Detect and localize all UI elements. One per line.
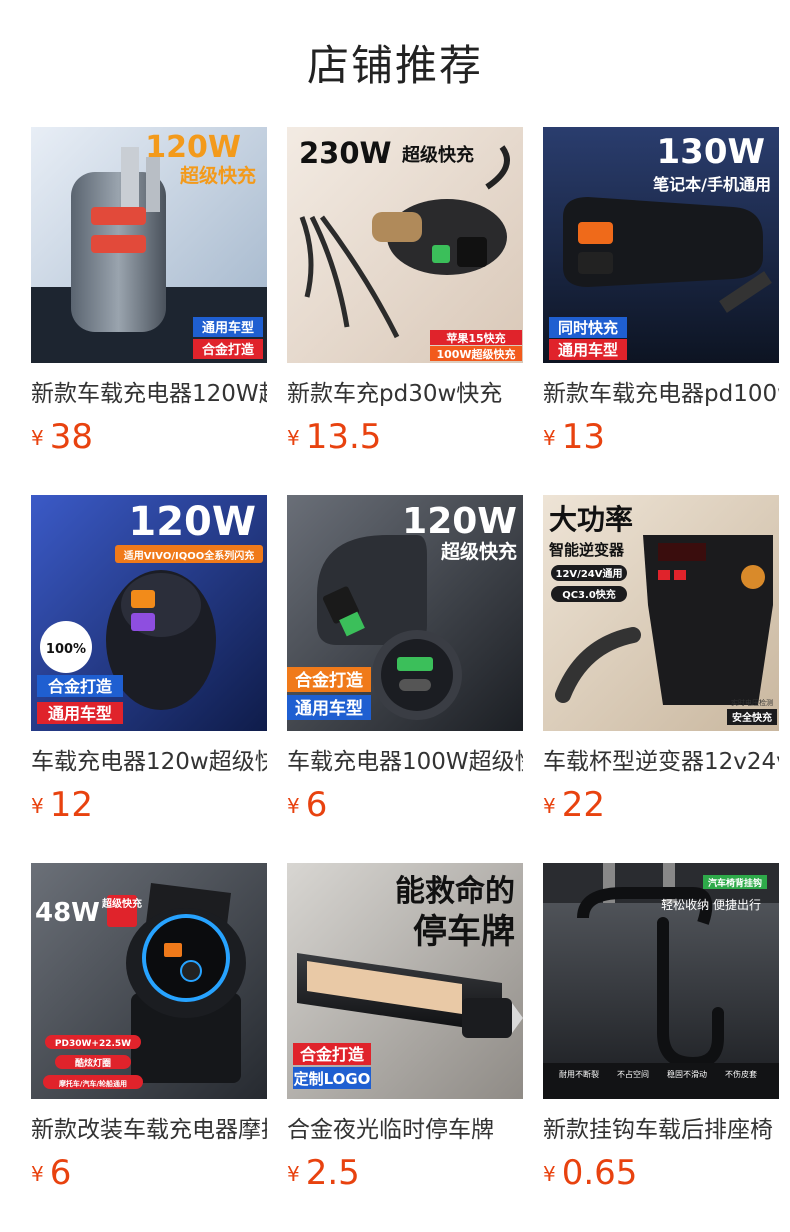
- image-tag: 不占空间: [617, 1069, 649, 1079]
- product-price: ¥6: [287, 785, 327, 825]
- product-price: ¥12: [31, 785, 93, 825]
- price-value: 13: [561, 417, 605, 457]
- image-headline: 130W: [657, 132, 765, 172]
- price-value: 0.65: [561, 1153, 638, 1193]
- product-image[interactable]: 汽车椅背挂钩 轻松收纳 便捷出行 耐用不断裂 不占空间 稳固不滑动 不伤皮套: [543, 863, 779, 1099]
- product-title[interactable]: 新款车载充电器120W超级快充: [31, 377, 267, 411]
- image-tag: 通用车型: [295, 698, 363, 719]
- image-badge: 100%: [46, 642, 86, 657]
- image-tag: 通用车型: [48, 704, 112, 723]
- product-title[interactable]: 合金夜光临时停车牌: [287, 1113, 523, 1147]
- image-subtitle: 超级快充: [440, 540, 517, 563]
- product-title[interactable]: 车载杯型逆变器12v24v: [543, 745, 779, 779]
- price-value: 22: [561, 785, 605, 825]
- image-tag: 酷炫灯圈: [75, 1057, 111, 1069]
- currency-symbol: ¥: [287, 1162, 300, 1186]
- price-value: 6: [305, 785, 328, 825]
- currency-symbol: ¥: [287, 426, 300, 450]
- image-tag: 合金打造: [48, 677, 113, 696]
- image-tag: 100W超级快充: [436, 347, 515, 361]
- image-subtitle: 智能逆变器: [549, 541, 625, 559]
- product-price: ¥38: [31, 417, 93, 457]
- price-value: 6: [49, 1153, 72, 1193]
- currency-symbol: ¥: [543, 426, 556, 450]
- product-price: ¥22: [543, 785, 605, 825]
- product-price: ¥6: [31, 1153, 71, 1193]
- image-tag: 苹果15快充: [446, 331, 505, 345]
- image-subtitle: 超级快充: [402, 144, 474, 166]
- product-image[interactable]: 大功率 智能逆变器 12V/24V通用 QC3.0快充 实时电压检测 安全快充: [543, 495, 779, 731]
- image-headline: 230W: [299, 136, 392, 170]
- product-card[interactable]: 能救命的 停车牌 合金打造 定制LOGO 合金夜光临时停车牌 ¥2.5: [287, 863, 523, 1213]
- page-header: 店铺推荐: [0, 40, 790, 92]
- product-card[interactable]: 130W 笔记本/手机通用 同时快充 通用车型 新款车载充电器pd100w ¥1…: [543, 127, 779, 477]
- image-tag: 12V/24V通用: [556, 568, 623, 580]
- image-tag: 摩托车/汽车/轮船通用: [58, 1079, 127, 1088]
- price-value: 13.5: [305, 417, 382, 457]
- product-price: ¥0.65: [543, 1153, 637, 1193]
- image-headline: 120W: [145, 130, 241, 165]
- product-image[interactable]: 230W 超级快充 苹果15快充 100W超级快充: [287, 127, 523, 363]
- product-image[interactable]: 120W 超级快充 通用车型 合金打造: [31, 127, 267, 363]
- image-tag: 定制LOGO: [294, 1070, 371, 1088]
- price-value: 2.5: [305, 1153, 360, 1193]
- image-subtitle: 停车牌: [413, 912, 515, 952]
- image-tag: 通用车型: [202, 320, 254, 336]
- product-price: ¥13: [543, 417, 605, 457]
- image-headline: 120W: [128, 499, 256, 545]
- product-card[interactable]: 大功率 智能逆变器 12V/24V通用 QC3.0快充 实时电压检测 安全快充 …: [543, 495, 779, 845]
- product-title[interactable]: 车载充电器120w超级快充: [31, 745, 267, 779]
- product-image[interactable]: 100% 120W 适用VIVO/IQOO全系列闪充 合金打造 通用车型: [31, 495, 267, 731]
- image-tag: 合金打造: [202, 342, 255, 358]
- currency-symbol: ¥: [543, 794, 556, 818]
- product-card[interactable]: 汽车椅背挂钩 轻松收纳 便捷出行 耐用不断裂 不占空间 稳固不滑动 不伤皮套 新…: [543, 863, 779, 1213]
- image-tag: 通用车型: [558, 341, 618, 359]
- currency-symbol: ¥: [31, 1162, 44, 1186]
- image-headline: 汽车椅背挂钩: [708, 877, 762, 889]
- product-title[interactable]: 新款车载充电器pd100w: [543, 377, 779, 411]
- page-title: 店铺推荐: [306, 41, 483, 90]
- product-card[interactable]: 230W 超级快充 苹果15快充 100W超级快充 新款车充pd30w快充 ¥1…: [287, 127, 523, 477]
- product-price: ¥2.5: [287, 1153, 360, 1193]
- image-tag: 合金打造: [295, 670, 364, 691]
- image-tag: 同时快充: [558, 319, 618, 337]
- image-headline: 120W: [402, 501, 517, 542]
- image-tag: PD30W+22.5W: [55, 1039, 131, 1049]
- product-image[interactable]: 能救命的 停车牌 合金打造 定制LOGO: [287, 863, 523, 1099]
- image-subtitle: 超级快充: [101, 897, 142, 910]
- image-headline: 能救命的: [395, 874, 515, 909]
- image-tag: 耐用不断裂: [559, 1069, 599, 1079]
- product-title[interactable]: 新款车充pd30w快充: [287, 377, 523, 411]
- image-tag: 合金打造: [300, 1045, 365, 1064]
- product-price: ¥13.5: [287, 417, 381, 457]
- product-card[interactable]: 120W 超级快充 通用车型 合金打造 新款车载充电器120W超级快充 ¥38: [31, 127, 267, 477]
- currency-symbol: ¥: [31, 794, 44, 818]
- image-subtitle: 轻松收纳 便捷出行: [661, 898, 761, 912]
- currency-symbol: ¥: [287, 794, 300, 818]
- product-image[interactable]: 120W 超级快充 合金打造 通用车型: [287, 495, 523, 731]
- product-title[interactable]: 新款改装车载充电器摩托车: [31, 1113, 267, 1147]
- product-card[interactable]: 100% 120W 适用VIVO/IQOO全系列闪充 合金打造 通用车型 车载充…: [31, 495, 267, 845]
- image-tag: QC3.0快充: [562, 588, 616, 601]
- image-corner-note: 实时电压检测: [731, 698, 773, 707]
- price-value: 38: [49, 417, 93, 457]
- image-subtitle: 笔记本/手机通用: [653, 175, 771, 194]
- image-corner-tag: 安全快充: [732, 711, 772, 724]
- image-subtitle: 适用VIVO/IQOO全系列闪充: [124, 549, 254, 562]
- image-subtitle: 超级快充: [179, 164, 256, 187]
- image-headline: 48W: [35, 898, 100, 928]
- currency-symbol: ¥: [31, 426, 44, 450]
- price-value: 12: [49, 785, 93, 825]
- image-headline: 大功率: [549, 503, 633, 536]
- product-title[interactable]: 车载充电器100W超级快充: [287, 745, 523, 779]
- product-image[interactable]: 48W 超级快充 PD30W+22.5W 酷炫灯圈 摩托车/汽车/轮船通用: [31, 863, 267, 1099]
- product-image[interactable]: 130W 笔记本/手机通用 同时快充 通用车型: [543, 127, 779, 363]
- image-tag: 不伤皮套: [725, 1069, 757, 1079]
- product-card[interactable]: 120W 超级快充 合金打造 通用车型 车载充电器100W超级快充 ¥6: [287, 495, 523, 845]
- product-title[interactable]: 新款挂钩车载后排座椅: [543, 1113, 779, 1147]
- product-card[interactable]: 48W 超级快充 PD30W+22.5W 酷炫灯圈 摩托车/汽车/轮船通用 新款…: [31, 863, 267, 1213]
- image-tag: 稳固不滑动: [667, 1069, 707, 1079]
- currency-symbol: ¥: [543, 1162, 556, 1186]
